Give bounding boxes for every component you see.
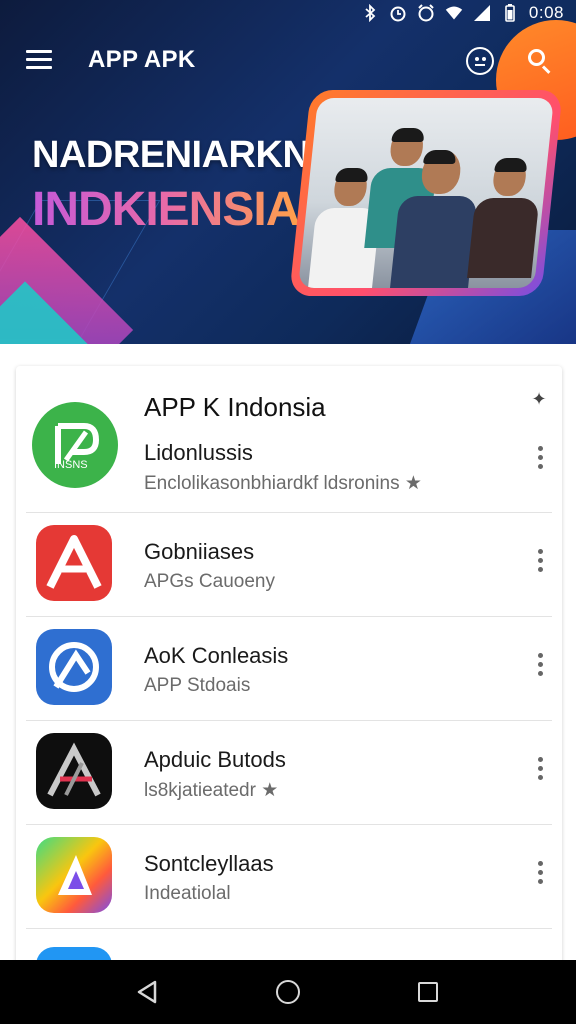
clock-icon — [417, 4, 435, 22]
hero-banner: 0:08 APP APK NADRENIARKNAN INDKIENSIA — [0, 0, 576, 344]
icon-label: INSNS — [54, 459, 88, 471]
recents-icon[interactable] — [418, 982, 438, 1002]
item-subtitle: Indeatiolal — [144, 883, 231, 904]
face-icon[interactable] — [466, 47, 494, 75]
signal-icon — [473, 4, 491, 22]
menu-icon[interactable] — [26, 50, 52, 70]
gradient-app-icon — [36, 837, 112, 913]
blue-app-icon — [36, 629, 112, 705]
home-icon[interactable] — [276, 980, 300, 1004]
back-icon[interactable] — [136, 980, 158, 1004]
green-app-icon: INSNS — [32, 402, 118, 488]
navigation-bar — [0, 960, 576, 1024]
more-options-icon[interactable] — [536, 653, 544, 679]
status-bar: 0:08 — [0, 0, 576, 26]
status-time: 0:08 — [528, 3, 564, 22]
list-item[interactable]: INSNS Lidonlussis Enclolikasonbhiardkf l… — [26, 402, 552, 513]
list-item[interactable]: Sontcleyllaas Indeatiolal — [26, 825, 552, 929]
list-item[interactable]: AoK Conleasis APP Stdoais — [26, 617, 552, 721]
wifi-icon — [445, 4, 463, 22]
app-bar: APP APK — [0, 36, 576, 86]
bluetooth-icon — [361, 4, 379, 22]
alarm-icon — [389, 4, 407, 22]
app-list-card: APP K Indonsia ✦ INSNS Lidonlussis Enclo… — [16, 366, 562, 986]
red-app-icon — [36, 525, 112, 601]
item-subtitle: APGs Cauoeny — [144, 571, 275, 592]
hero-subheadline: INDKIENSIA — [32, 183, 300, 236]
item-name: Apduic Butods — [144, 747, 286, 772]
more-options-icon[interactable] — [536, 861, 544, 887]
hero-photo — [298, 98, 554, 288]
item-subtitle: Enclolikasonbhiardkf ldsronins ★ — [144, 473, 422, 494]
search-icon[interactable] — [528, 49, 552, 74]
battery-icon — [501, 4, 519, 22]
item-name: AoK Conleasis — [144, 643, 289, 668]
list-item[interactable]: Gobniiases APGs Cauoeny — [26, 513, 552, 617]
black-app-icon — [36, 733, 112, 809]
person-figure — [467, 158, 544, 278]
list-item[interactable]: Apduic Butods ls8kjatieatedr ★ — [26, 721, 552, 825]
hero-photo-frame — [289, 90, 563, 296]
item-name: Sontcleyllaas — [144, 851, 274, 876]
item-subtitle: ls8kjatieatedr ★ — [144, 780, 279, 801]
app-title: APP APK — [88, 46, 196, 73]
item-name: Lidonlussis — [144, 440, 253, 465]
more-options-icon[interactable] — [536, 446, 544, 472]
more-options-icon[interactable] — [536, 549, 544, 575]
item-subtitle: APP Stdoais — [144, 675, 251, 696]
more-options-icon[interactable] — [536, 757, 544, 783]
item-name: Gobniiases — [144, 539, 255, 564]
